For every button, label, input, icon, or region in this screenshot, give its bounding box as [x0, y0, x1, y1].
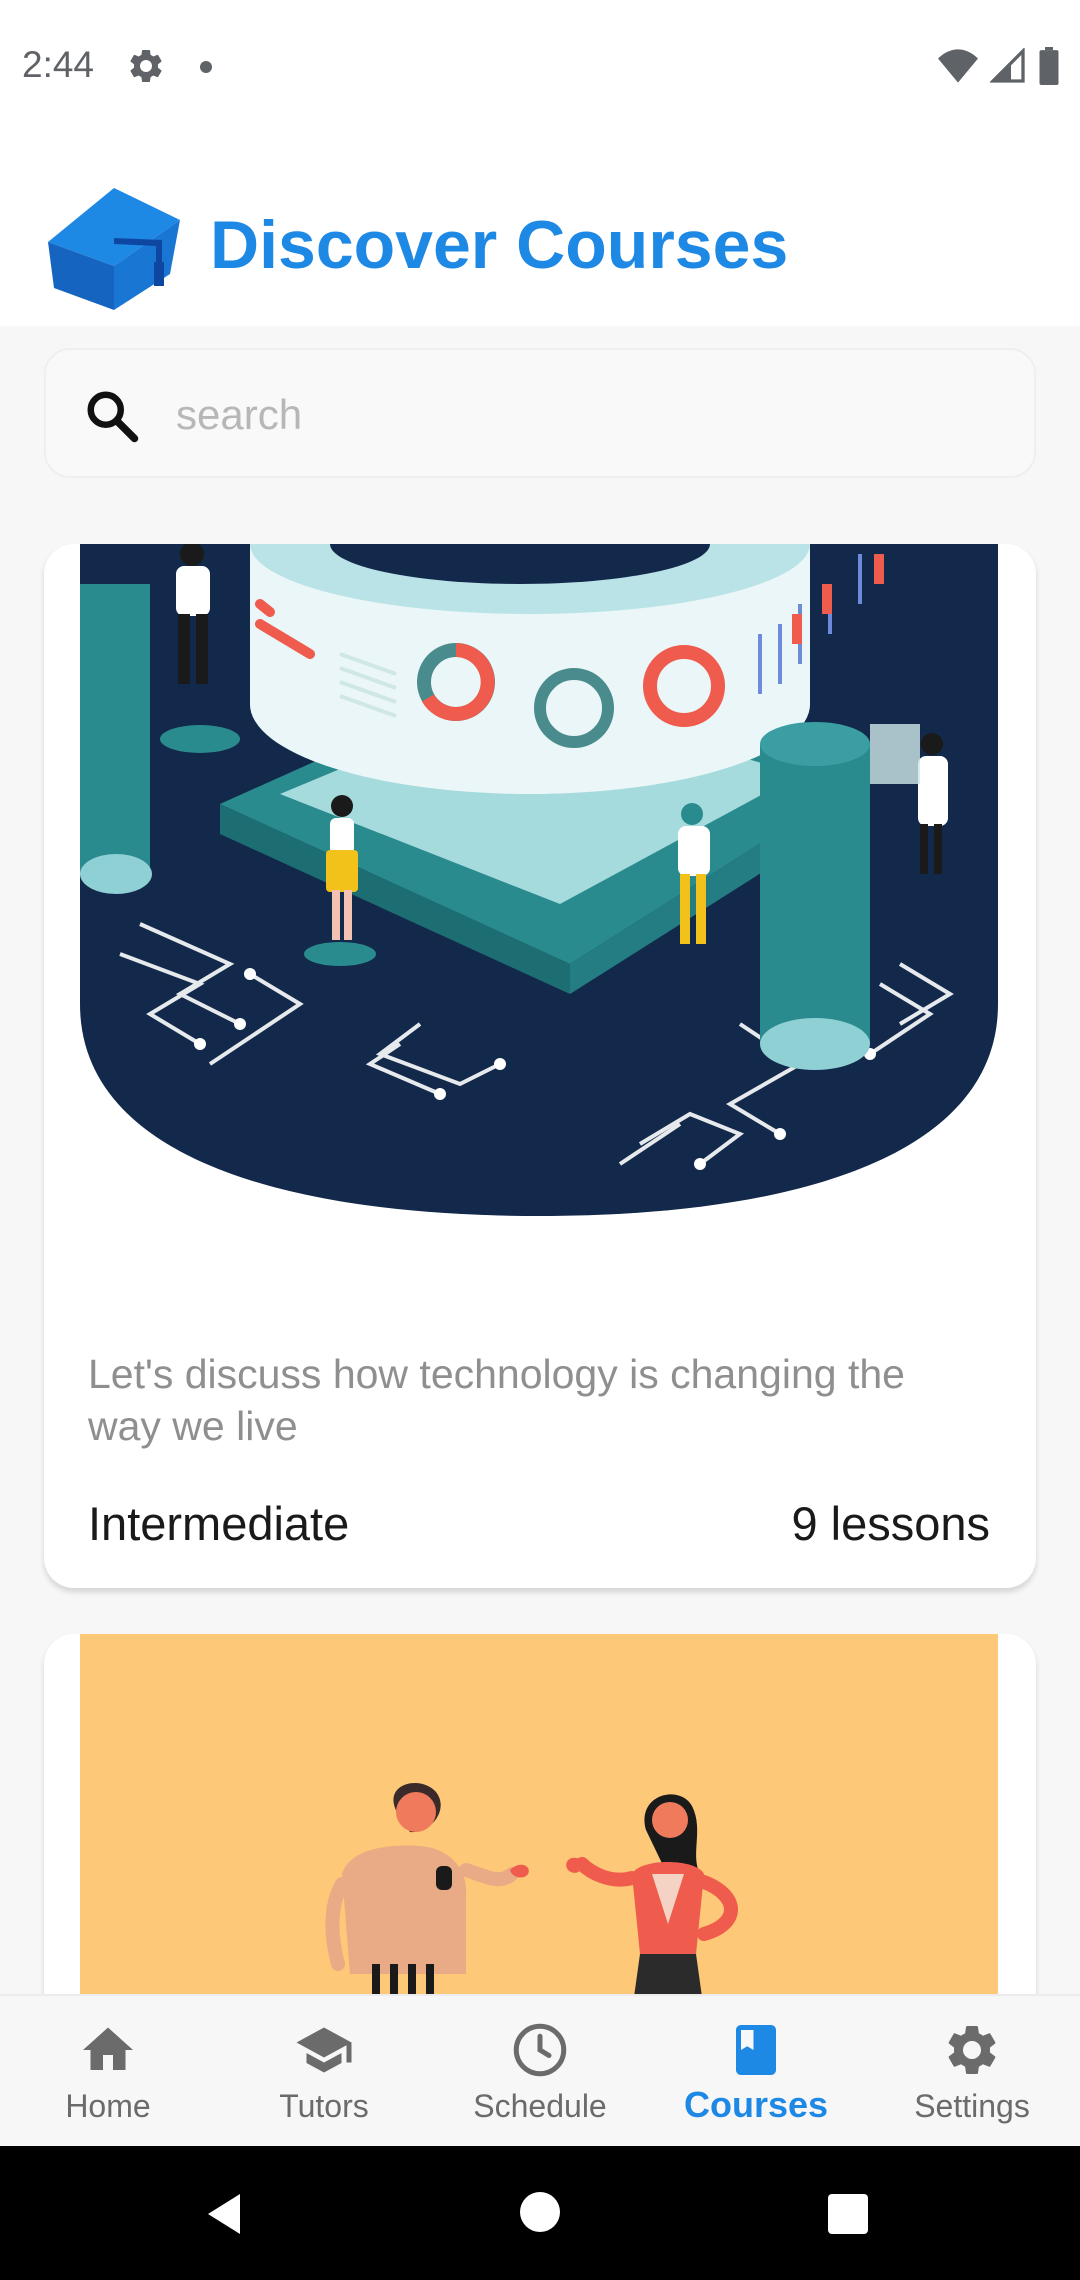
nav-label-settings: Settings [914, 2088, 1030, 2124]
gear-icon [130, 49, 162, 82]
search-icon [87, 391, 139, 443]
course-lessons-count: 9 lessons [791, 1497, 990, 1550]
conversation-illustration [80, 1634, 998, 1994]
wifi-icon [938, 49, 978, 83]
search-input[interactable] [176, 378, 996, 452]
nav-item-tutors[interactable]: Tutors [216, 1996, 432, 2148]
course-card[interactable]: Let's discuss how technology is changing… [44, 544, 1036, 1588]
main-content[interactable]: Let's discuss how technology is changing… [0, 326, 1080, 1994]
signal-icon [990, 48, 1025, 83]
nav-label-tutors: Tutors [279, 2088, 369, 2124]
nav-label-courses: Courses [683, 2084, 829, 2125]
battery-icon [1039, 47, 1059, 85]
nav-label-home: Home [65, 2088, 151, 2124]
bottom-navigation: Home Tutors Schedule Courses Settings [0, 1994, 1080, 2146]
home-icon [83, 2027, 133, 2070]
recents-button[interactable] [828, 2194, 868, 2234]
page-title: Discover Courses [210, 207, 789, 283]
nav-item-courses[interactable]: Courses [648, 1996, 864, 2148]
app-header: Discover Courses [0, 132, 1080, 326]
status-right-icons [938, 44, 1060, 88]
nav-item-settings[interactable]: Settings [864, 1996, 1080, 2148]
course-card[interactable] [44, 1634, 1036, 1994]
technology-illustration [80, 544, 998, 1216]
course-description: Let's discuss how technology is changing… [88, 1351, 905, 1449]
home-button[interactable] [520, 2192, 560, 2232]
nav-label-schedule: Schedule [473, 2088, 607, 2124]
clock-icon [513, 2023, 567, 2077]
book-icon [736, 2025, 776, 2075]
back-icon[interactable] [200, 2190, 248, 2238]
status-bar: 2:44 [0, 0, 1080, 132]
nav-item-home[interactable]: Home [0, 1996, 216, 2148]
school-icon [296, 2027, 352, 2073]
notification-dot [200, 61, 212, 73]
course-level: Intermediate [88, 1497, 350, 1550]
gear-icon [948, 2025, 996, 2074]
search-bar[interactable] [44, 348, 1036, 478]
nav-item-schedule[interactable]: Schedule [432, 1996, 648, 2148]
system-navigation-bar [0, 2146, 1080, 2280]
graduation-cap-cube-icon [48, 188, 180, 310]
status-time: 2:44 [22, 44, 95, 85]
